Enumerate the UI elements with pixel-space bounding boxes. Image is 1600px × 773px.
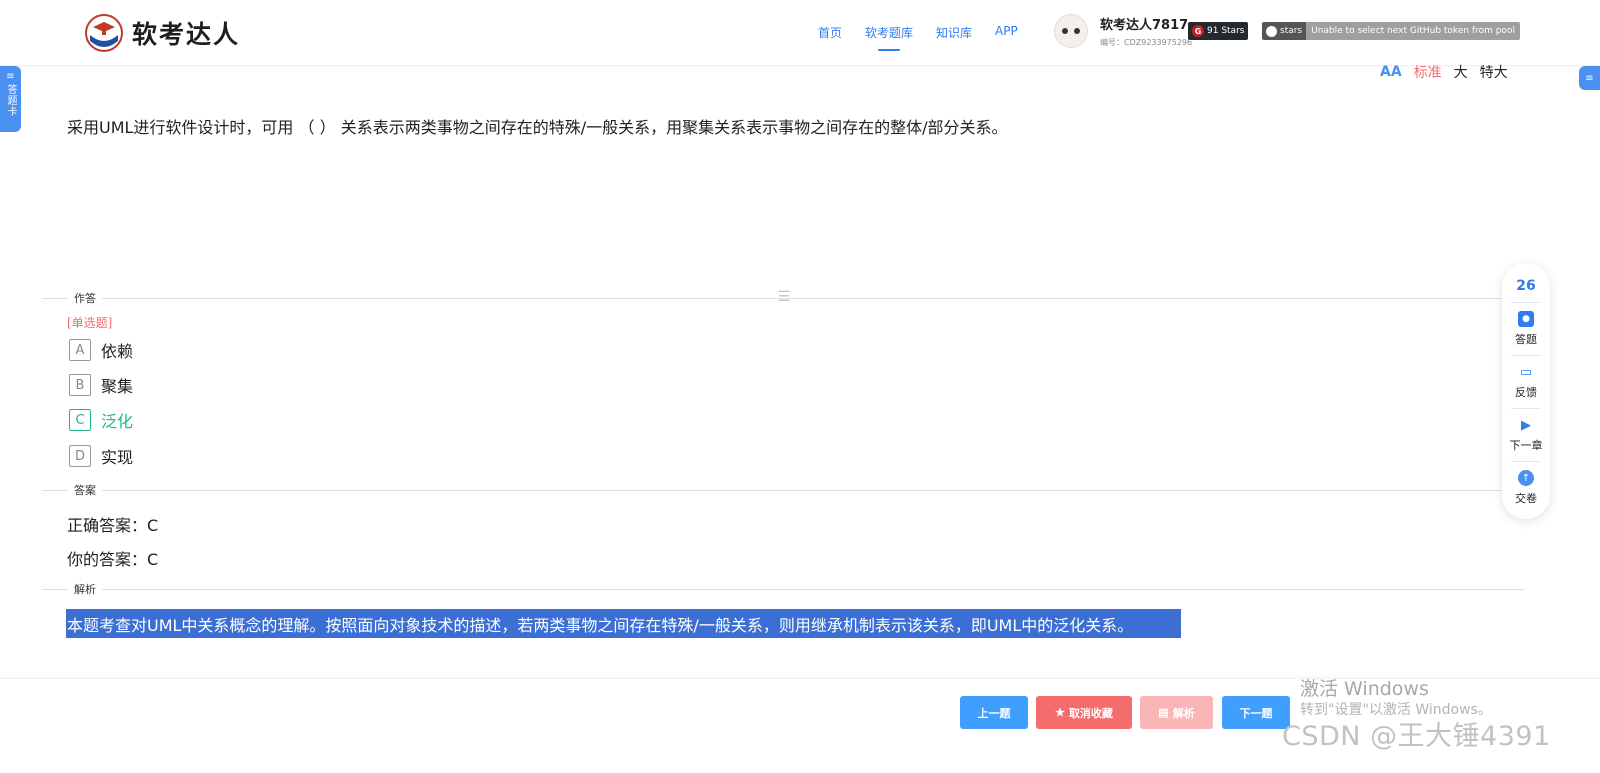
nav-item-question-bank[interactable]: 软考题库 xyxy=(865,24,913,47)
brand-name: 软考达人 xyxy=(132,20,241,49)
answer-card-tab[interactable]: ≡ 答题卡 xyxy=(0,66,21,132)
answer-label: 答题 xyxy=(1515,333,1537,346)
nav-item-app[interactable]: APP xyxy=(995,24,1018,47)
gitee-stars-badge[interactable]: G 91 Stars xyxy=(1188,22,1249,40)
your-answer: 你的答案：C xyxy=(67,550,159,569)
user-profile[interactable]: 软考达人7817 编号：CDZ9233975296 xyxy=(1054,14,1192,48)
gitee-icon: G xyxy=(1192,25,1204,37)
option-letter: C xyxy=(69,409,91,431)
explanation-label: 解析 xyxy=(1172,707,1195,720)
github-stars-badge[interactable]: stars Unable to select next GitHub token… xyxy=(1262,22,1520,40)
next-chapter-label: 下一章 xyxy=(1509,439,1543,452)
submit-button[interactable]: ↑ 交卷 xyxy=(1515,470,1537,506)
user-name: 软考达人7817 xyxy=(1100,18,1189,33)
option-text: 依赖 xyxy=(101,342,134,361)
main-nav: 首页 软考题库 知识库 APP xyxy=(818,24,1041,47)
option-letter: D xyxy=(69,445,91,467)
question-stem: 采用UML进行软件设计时，可用 （ ） 关系表示两类事物之间存在的特殊/一般关系… xyxy=(67,118,1008,137)
divider xyxy=(1511,355,1541,356)
drag-handle-icon[interactable]: ☰ xyxy=(774,290,794,304)
github-icon xyxy=(1266,25,1277,37)
logo-emblem-icon xyxy=(85,14,123,52)
option-text: 泛化 xyxy=(101,412,134,431)
option-letter: A xyxy=(69,339,91,361)
option-text: 实现 xyxy=(101,448,134,467)
section-label-explanation: 解析 xyxy=(68,581,102,597)
answer-card-label: 答题卡 xyxy=(5,84,16,117)
windows-activation-title: 激活 Windows xyxy=(1300,678,1429,700)
explanation-button[interactable]: ▤ 解析 xyxy=(1140,696,1213,729)
feedback-icon: ▭ xyxy=(1519,364,1533,380)
option-text: 聚集 xyxy=(101,377,134,396)
question-count: 26 xyxy=(1516,278,1536,294)
avatar[interactable] xyxy=(1054,14,1088,48)
divider xyxy=(42,490,1525,491)
section-label-answer: 答案 xyxy=(68,482,102,498)
option-a[interactable]: A 依赖 xyxy=(69,338,133,362)
brand-logo[interactable]: 软考达人 xyxy=(84,13,240,53)
csdn-watermark: CSDN @王大锤4391 xyxy=(1282,721,1551,752)
unfavorite-button[interactable]: ★ 取消收藏 xyxy=(1036,696,1132,729)
next-chapter-button[interactable]: ▶︎ 下一章 xyxy=(1510,417,1543,453)
nav-item-home[interactable]: 首页 xyxy=(818,24,842,47)
feedback-label: 反馈 xyxy=(1515,386,1537,399)
menu-icon: ≡ xyxy=(1585,72,1594,84)
next-question-label: 下一题 xyxy=(1239,707,1273,720)
divider xyxy=(1511,408,1541,409)
option-d[interactable]: D 实现 xyxy=(69,444,133,468)
divider xyxy=(42,589,1525,590)
option-c[interactable]: C 泛化 xyxy=(69,408,133,432)
next-question-button[interactable]: 下一题 xyxy=(1222,696,1290,729)
explanation-text: 本题考查对UML中关系概念的理解。按照面向对象技术的描述，若两类事物之间存在特殊… xyxy=(66,609,1181,638)
correct-answer: 正确答案：C xyxy=(67,516,159,535)
prev-question-label: 上一题 xyxy=(977,707,1011,720)
font-size-extra-large[interactable]: 特大 xyxy=(1480,62,1508,82)
document-icon: ▤ xyxy=(1158,707,1169,719)
nav-item-knowledge-base[interactable]: 知识库 xyxy=(936,24,972,47)
github-badge-label: stars xyxy=(1280,26,1303,36)
font-size-standard[interactable]: 标准 xyxy=(1414,62,1442,82)
user-id: 编号：CDZ9233975296 xyxy=(1100,38,1193,47)
answer-icon: ● xyxy=(1518,311,1534,327)
top-header: 软考达人 首页 软考题库 知识库 APP 软考达人7817 编号：CDZ9233… xyxy=(0,0,1600,66)
divider xyxy=(1511,461,1541,462)
font-size-switcher: AA 标准 大 特大 xyxy=(1380,62,1508,82)
answer-button[interactable]: ● 答题 xyxy=(1515,311,1537,347)
right-menu-tab[interactable]: ≡ xyxy=(1579,66,1600,90)
floating-toolbar: 26 ● 答题 ▭ 反馈 ▶︎ 下一章 ↑ 交卷 xyxy=(1502,263,1550,519)
prev-question-button[interactable]: 上一题 xyxy=(960,696,1028,729)
font-size-icon: AA xyxy=(1380,64,1402,80)
gitee-stars-text: 91 Stars xyxy=(1207,26,1245,36)
section-label-answering: 作答 xyxy=(68,290,102,306)
option-letter: B xyxy=(69,374,91,396)
submit-label: 交卷 xyxy=(1515,492,1537,505)
star-icon: ★ xyxy=(1055,707,1065,719)
github-badge-message: Unable to select next GitHub token from … xyxy=(1306,22,1520,40)
unfavorite-label: 取消收藏 xyxy=(1068,707,1113,720)
submit-icon: ↑ xyxy=(1518,470,1534,486)
question-type: [单选题] xyxy=(67,316,113,330)
option-b[interactable]: B 聚集 xyxy=(69,373,133,397)
next-chapter-icon: ▶︎ xyxy=(1521,417,1531,433)
menu-icon: ≡ xyxy=(6,71,15,82)
font-size-large[interactable]: 大 xyxy=(1454,62,1468,82)
feedback-button[interactable]: ▭ 反馈 xyxy=(1515,364,1537,400)
divider xyxy=(1511,302,1541,303)
